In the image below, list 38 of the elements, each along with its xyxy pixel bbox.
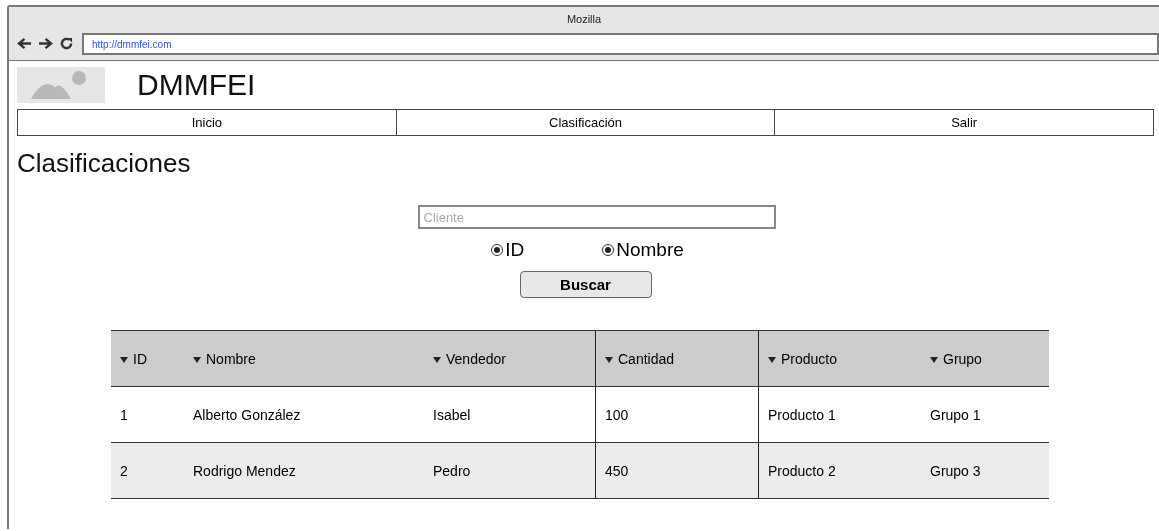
radio-option[interactable]: ID (491, 239, 525, 261)
column-header[interactable]: ID (111, 330, 184, 387)
column-header[interactable]: Nombre (184, 330, 424, 387)
search-button[interactable]: Buscar (519, 271, 652, 298)
table-cell: 1 (111, 386, 184, 443)
sort-caret-icon (433, 356, 441, 363)
column-header[interactable]: Cantidad (595, 330, 759, 387)
radio-option[interactable]: Nombre (602, 239, 684, 261)
reload-icon[interactable] (59, 37, 74, 50)
table-cell: Alberto González (184, 386, 424, 443)
table-cell: Producto 1 (758, 386, 921, 443)
back-icon[interactable] (17, 37, 32, 50)
sort-caret-icon (120, 356, 128, 363)
nav-item[interactable]: Clasificación (395, 110, 775, 135)
column-header[interactable]: Grupo (921, 330, 1049, 387)
table-cell: Pedro (424, 442, 596, 499)
nav-item[interactable]: Inicio (18, 110, 396, 135)
table-cell: 2 (111, 442, 184, 499)
site-title: DMMFEI (137, 68, 256, 102)
table-cell: Producto 2 (758, 442, 921, 499)
table-cell: Grupo 1 (921, 386, 1049, 443)
sort-caret-icon (768, 356, 776, 363)
table-cell: Rodrigo Mendez (184, 442, 424, 499)
column-header[interactable]: Vendedor (424, 330, 596, 387)
search-field[interactable]: Cliente (417, 205, 776, 229)
table-cell: Isabel (424, 386, 596, 443)
sort-caret-icon (605, 356, 613, 363)
address-field[interactable]: http://dmmfei.com (82, 32, 1159, 55)
page-heading: Clasificaciones (17, 148, 192, 179)
sort-caret-icon (930, 356, 938, 363)
table-cell: 100 (595, 386, 759, 443)
window-title: Mozilla (566, 13, 602, 25)
column-header[interactable]: Producto (758, 330, 921, 387)
sort-caret-icon (193, 356, 201, 363)
table-cell: Grupo 3 (921, 442, 1049, 499)
nav-item[interactable]: Salir (774, 110, 1153, 135)
forward-icon[interactable] (38, 37, 53, 50)
table-cell: 450 (595, 442, 759, 499)
